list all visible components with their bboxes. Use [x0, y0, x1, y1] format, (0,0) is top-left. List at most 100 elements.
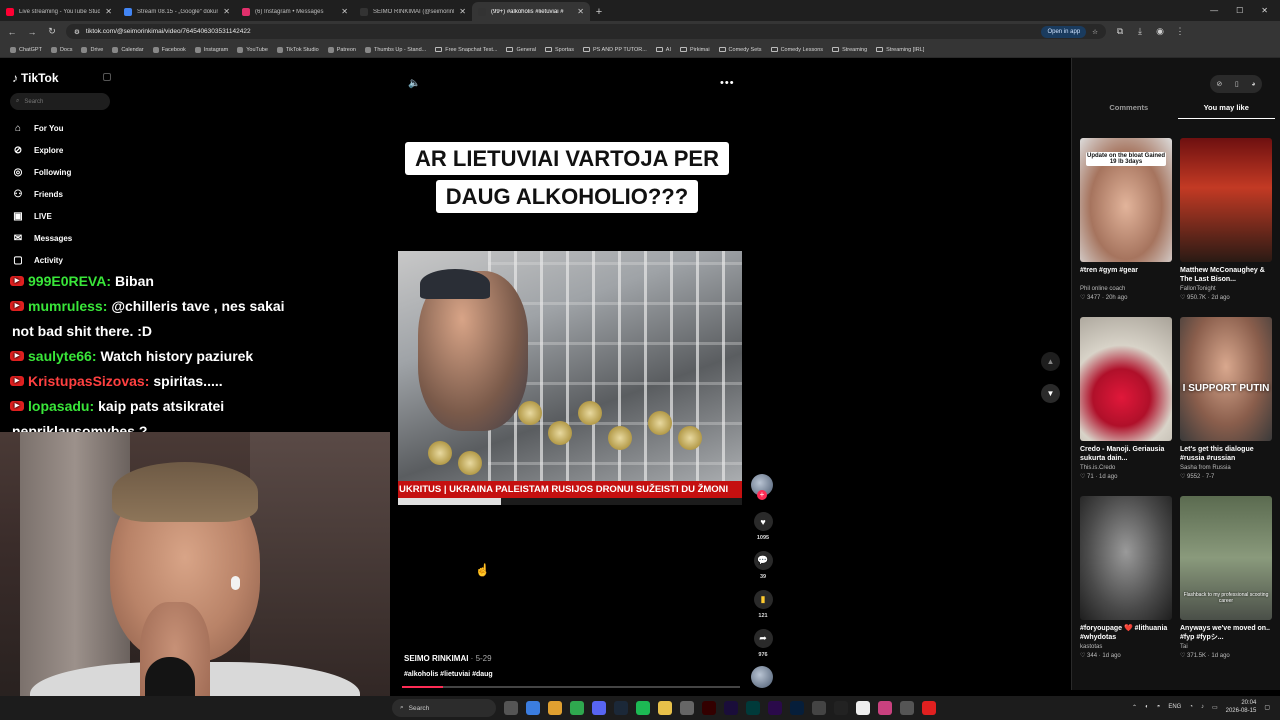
battery-icon[interactable]: ▭ [1212, 704, 1218, 711]
tab-comments[interactable]: Comments [1080, 103, 1178, 119]
app-icon[interactable] [900, 701, 914, 715]
capcut-icon[interactable] [834, 701, 848, 715]
steam-icon[interactable] [614, 701, 628, 715]
bookmark-item[interactable]: Streaming [IRL] [876, 47, 924, 53]
search-input[interactable]: ⌕ Search [10, 93, 110, 110]
chevron-up-icon[interactable]: ⌃ [1132, 704, 1137, 711]
bookmark-item[interactable]: Comedy Lessons [770, 47, 823, 53]
back-icon[interactable]: ← [6, 27, 18, 37]
bookmark-item[interactable]: Calendar [112, 46, 144, 53]
video-progress-bar[interactable] [402, 686, 740, 688]
downloads-icon[interactable]: ⤓ [1134, 26, 1146, 37]
recommended-video-card[interactable]: #foryoupage ❤️ #lithuania ​#whydotas kas… [1080, 496, 1172, 659]
illustrator-icon[interactable] [702, 701, 716, 715]
taskbar-search[interactable]: ⌕ Search [392, 699, 496, 717]
nav-following[interactable]: ◎ Following [12, 167, 72, 178]
recommended-video-card[interactable]: Credo - Manoji. Geriausia sukurta dain..… [1080, 317, 1172, 480]
bookmark-item[interactable]: Free Snapchat Test... [435, 47, 497, 53]
bookmark-item[interactable]: PS AND PP TUTOR... [582, 47, 647, 53]
like-button[interactable]: ♥ 1095 [751, 512, 775, 541]
spotify-icon[interactable] [636, 701, 650, 715]
recommended-video-card[interactable]: I SUPPORT PUTIN Let's get this dialogue … [1180, 317, 1272, 480]
app-icon[interactable] [878, 701, 892, 715]
notifications-icon[interactable]: ▢ [1264, 704, 1270, 711]
author-avatar[interactable]: + [751, 474, 773, 500]
tray-icon[interactable]: ◐ [1145, 704, 1149, 710]
music-disc-avatar[interactable] [751, 666, 773, 688]
browser-tab[interactable]: (6) Instagram • Messages ✕ [236, 2, 354, 21]
bookmark-item[interactable]: Sportas [545, 47, 574, 53]
user-avatar[interactable]: ◕ [1251, 81, 1255, 88]
minimize-icon[interactable]: — [1210, 6, 1218, 15]
bookmark-item[interactable]: TikTok Studio [276, 46, 319, 53]
app-icon[interactable] [856, 701, 870, 715]
bookmark-item[interactable]: YouTube [237, 46, 268, 53]
nav-friends[interactable]: ⚇ Friends [12, 189, 63, 200]
close-icon[interactable]: ✕ [105, 7, 112, 16]
bookmark-item[interactable]: General [506, 47, 536, 53]
bookmark-item[interactable]: Facebook [152, 46, 186, 53]
extensions-icon[interactable]: ⧉ [1114, 26, 1126, 37]
language-indicator[interactable]: ENG [1168, 704, 1181, 710]
app-icon[interactable] [526, 701, 540, 715]
bookmark-item[interactable]: Pirkimai [679, 47, 710, 53]
nav-explore[interactable]: ⊘ Explore [12, 145, 64, 156]
open-in-app-button[interactable]: Open in app [1041, 25, 1087, 38]
premiere-icon[interactable] [768, 701, 782, 715]
reload-icon[interactable]: ↻ [46, 26, 58, 37]
close-icon[interactable]: ✕ [459, 7, 466, 16]
recommended-video-card[interactable]: Matthew McConaughey & The Last Bison... … [1180, 138, 1272, 301]
menu-icon[interactable]: ⋮ [1174, 26, 1186, 37]
close-icon[interactable]: ✕ [577, 7, 584, 16]
url-field[interactable]: ⚙ tiktok.com/@seimorinkimai/video/764540… [66, 24, 1106, 39]
bookmark-item[interactable]: Instagram [194, 46, 228, 53]
next-video-button[interactable]: ▼ [1041, 384, 1060, 403]
video-hashtags[interactable]: #alkoholis #lietuviai #daug [404, 671, 493, 678]
photoshop-icon[interactable] [790, 701, 804, 715]
nav-activity[interactable]: ▢ Activity [12, 255, 63, 266]
forward-icon[interactable]: → [26, 27, 38, 37]
block-icon[interactable]: ⊘ [1216, 80, 1222, 88]
previous-video-button[interactable]: ▲ [1041, 352, 1060, 371]
more-options-icon[interactable]: ••• [720, 77, 735, 89]
app-icon[interactable] [812, 701, 826, 715]
share-button[interactable]: ➦ 976 [751, 629, 775, 658]
discord-icon[interactable] [592, 701, 606, 715]
task-view-icon[interactable] [504, 701, 518, 715]
volume-icon[interactable]: 🔈 [408, 78, 420, 89]
save-button[interactable]: ▮ 121 [751, 590, 775, 619]
recommended-video-card[interactable]: Flashback to my professional scooting ca… [1180, 496, 1272, 659]
bookmark-item[interactable]: Drive [81, 46, 103, 53]
tray-icon[interactable]: ◓ [1157, 704, 1161, 710]
nav-for-you[interactable]: ⌂ For You [12, 123, 64, 134]
bookmark-item[interactable]: AI [655, 47, 671, 53]
profile-icon[interactable]: ◉ [1154, 26, 1166, 37]
nav-messages[interactable]: ✉ Messages [12, 233, 72, 244]
browser-tab[interactable]: Live streaming - YouTube Studio ✕ [0, 2, 118, 21]
bookmark-item[interactable]: ChatGPT [10, 46, 42, 53]
chrome-icon[interactable] [570, 701, 584, 715]
browser-tab-active[interactable]: (99+) #alkoholis #lietuviai # ✕ [472, 2, 590, 21]
site-info-icon[interactable]: ⚙ [74, 28, 80, 36]
tiktok-logo[interactable]: ♪ TikTok [12, 71, 59, 85]
after-effects-icon[interactable] [724, 701, 738, 715]
obs-icon[interactable] [922, 701, 936, 715]
video-author[interactable]: SEIMO RINKIMAI · 5-29 [404, 654, 492, 663]
new-tab-button[interactable]: + [590, 2, 608, 21]
clock[interactable]: 20:04 2026-08-15 [1226, 699, 1257, 715]
close-window-icon[interactable]: ✕ [1261, 6, 1268, 15]
bookmark-item[interactable]: Thumbs Up - Stand... [364, 46, 426, 53]
folder-icon[interactable] [658, 701, 672, 715]
browser-tab[interactable]: Stream 08.15 - „Google“ dokum ✕ [118, 2, 236, 21]
star-icon[interactable]: ☆ [1092, 28, 1098, 36]
bookmark-item[interactable]: Comedy Sets [718, 47, 762, 53]
maximize-icon[interactable]: ☐ [1236, 6, 1243, 15]
speaker-icon[interactable]: ♪ [1201, 704, 1204, 710]
close-icon[interactable]: ✕ [223, 7, 230, 16]
chrome-icon[interactable] [548, 701, 562, 715]
bookmark-item[interactable]: Docs [50, 46, 72, 53]
app-icon[interactable] [680, 701, 694, 715]
bookmark-item[interactable]: Patreon [327, 46, 356, 53]
recommended-video-card[interactable]: Update on the bloat Gained 19 lb 3days #… [1080, 138, 1172, 301]
tab-you-may-like[interactable]: You may like [1177, 103, 1275, 119]
